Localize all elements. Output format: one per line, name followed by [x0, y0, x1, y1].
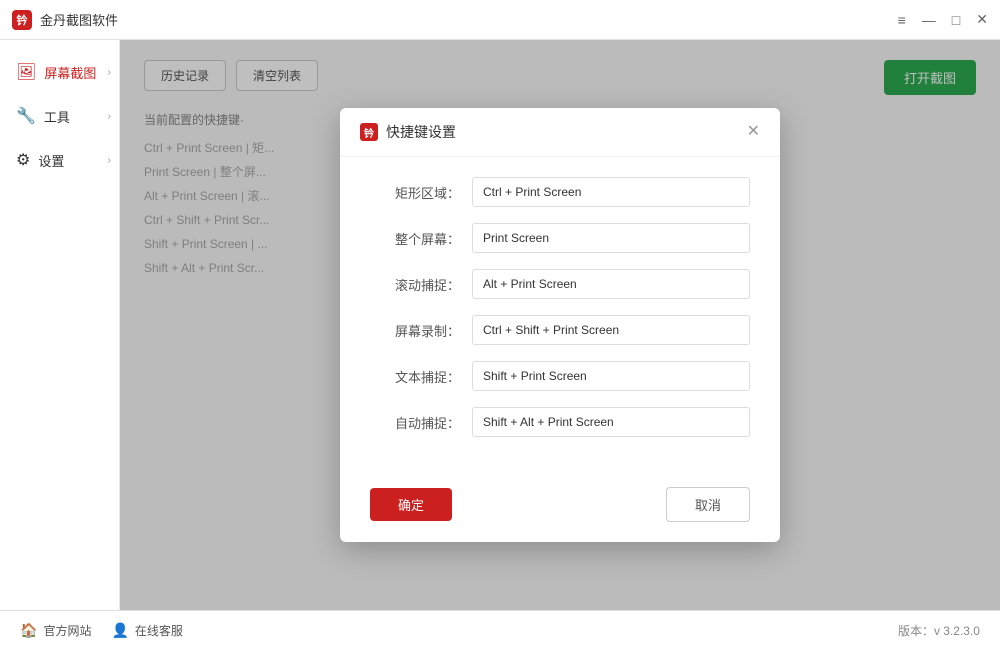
form-label-1: 整个屏幕： — [370, 229, 460, 248]
website-icon: 🏠 — [20, 622, 37, 639]
title-bar: 钤 金丹截图软件 ≡ — □ ✕ — [0, 0, 1000, 40]
form-row-3: 屏幕录制： — [370, 315, 750, 345]
form-row-5: 自动捕捉： — [370, 407, 750, 437]
dialog-header: 钤 快捷键设置 ✕ — [340, 108, 780, 157]
footer-left: 🏠 官方网站 👤 在线客服 — [20, 622, 183, 639]
minimize-icon[interactable]: — — [922, 12, 936, 28]
website-label: 官方网站 — [43, 622, 91, 639]
screenshot-icon: 🖼 — [16, 62, 36, 82]
form-row-4: 文本捕捉： — [370, 361, 750, 391]
content-area: 历史记录 清空列表 打开截图 当前配置的快捷键· Ctrl + Print Sc… — [120, 40, 1000, 610]
title-bar-left: 钤 金丹截图软件 — [12, 10, 118, 30]
form-input-2[interactable] — [472, 269, 750, 299]
sidebar-item-tools[interactable]: 🔧 工具 › — [0, 94, 119, 138]
form-label-0: 矩形区域： — [370, 183, 460, 202]
sidebar-label-settings: 设置 — [38, 151, 64, 170]
maximize-icon[interactable]: □ — [952, 12, 960, 28]
form-input-4[interactable] — [472, 361, 750, 391]
form-row-2: 滚动捕捉： — [370, 269, 750, 299]
app-icon: 钤 — [12, 10, 32, 30]
dialog-footer: 确定 取消 — [340, 473, 780, 542]
form-input-5[interactable] — [472, 407, 750, 437]
modal-overlay: 钤 快捷键设置 ✕ 矩形区域： 整个屏幕： 滚动捕捉： — [120, 40, 1000, 610]
form-label-4: 文本捕捉： — [370, 367, 460, 386]
cancel-button[interactable]: 取消 — [666, 487, 750, 522]
support-icon: 👤 — [111, 622, 128, 639]
menu-icon[interactable]: ≡ — [898, 12, 906, 28]
settings-icon: ⚙ — [16, 150, 30, 170]
footer-website[interactable]: 🏠 官方网站 — [20, 622, 91, 639]
dialog-app-icon: 钤 — [360, 123, 378, 141]
dialog-title: 快捷键设置 — [386, 122, 456, 142]
sidebar-item-settings[interactable]: ⚙ 设置 › — [0, 138, 119, 182]
footer: 🏠 官方网站 👤 在线客服 版本：v 3.2.3.0 — [0, 610, 1000, 650]
form-label-5: 自动捕捉： — [370, 413, 460, 432]
form-label-2: 滚动捕捉： — [370, 275, 460, 294]
sidebar: 🖼 屏幕截图 › 🔧 工具 › ⚙ 设置 › — [0, 40, 120, 610]
dialog-body: 矩形区域： 整个屏幕： 滚动捕捉： 屏幕录制： — [340, 157, 780, 473]
support-label: 在线客服 — [135, 622, 183, 639]
form-row-1: 整个屏幕： — [370, 223, 750, 253]
form-input-0[interactable] — [472, 177, 750, 207]
arrow-icon-settings: › — [108, 155, 111, 166]
arrow-icon-screenshot: › — [108, 67, 111, 78]
form-input-1[interactable] — [472, 223, 750, 253]
dialog-close-button[interactable]: ✕ — [747, 124, 760, 140]
title-bar-controls: ≡ — □ ✕ — [898, 11, 988, 28]
form-input-3[interactable] — [472, 315, 750, 345]
footer-support[interactable]: 👤 在线客服 — [111, 622, 182, 639]
dialog: 钤 快捷键设置 ✕ 矩形区域： 整个屏幕： 滚动捕捉： — [340, 108, 780, 542]
confirm-button[interactable]: 确定 — [370, 488, 452, 521]
main-layout: 🖼 屏幕截图 › 🔧 工具 › ⚙ 设置 › 历史记录 清空列表 打开截图 当前… — [0, 40, 1000, 610]
form-label-3: 屏幕录制： — [370, 321, 460, 340]
sidebar-label-screenshot: 屏幕截图 — [44, 63, 96, 82]
form-row-0: 矩形区域： — [370, 177, 750, 207]
version-text: 版本：v 3.2.3.0 — [898, 622, 980, 639]
sidebar-item-screenshot[interactable]: 🖼 屏幕截图 › — [0, 50, 119, 94]
arrow-icon-tools: › — [108, 111, 111, 122]
app-title: 金丹截图软件 — [40, 10, 118, 29]
sidebar-label-tools: 工具 — [44, 107, 70, 126]
dialog-header-left: 钤 快捷键设置 — [360, 122, 456, 142]
tools-icon: 🔧 — [16, 106, 36, 126]
close-icon[interactable]: ✕ — [976, 11, 988, 28]
